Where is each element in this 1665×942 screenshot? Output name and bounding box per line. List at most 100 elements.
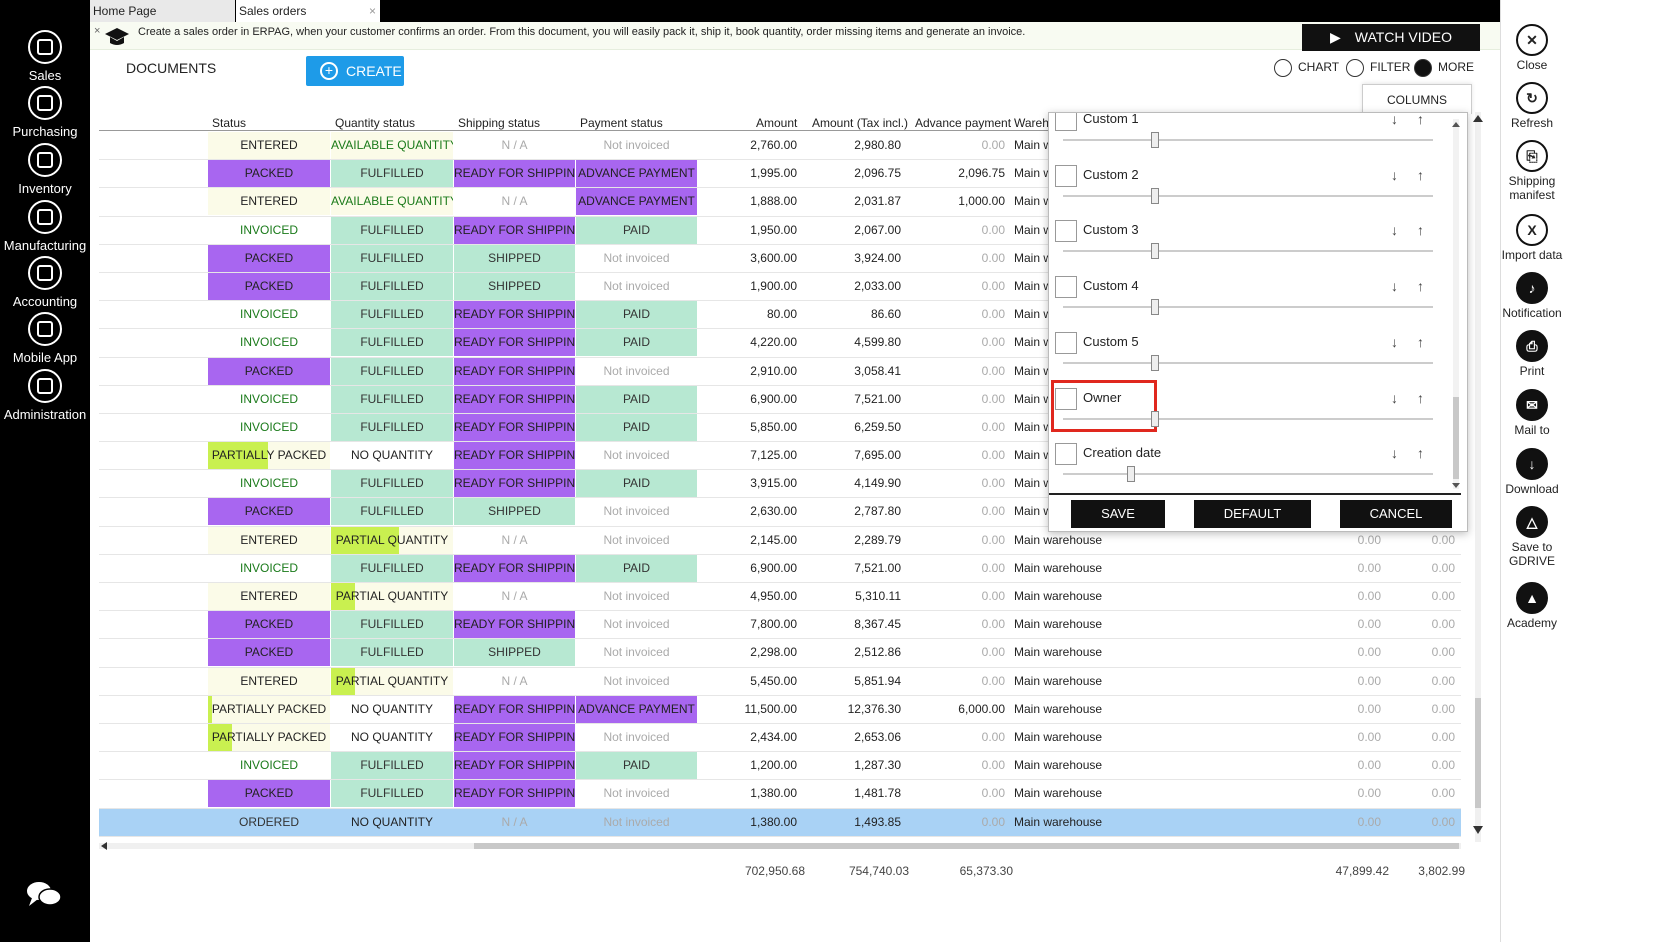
column-checkbox[interactable]: [1055, 113, 1077, 131]
table-row[interactable]: PARTIALLY PACKED NO QUANTITY READY FOR SHI…: [99, 695, 1461, 724]
table-row[interactable]: ENTERED PARTIAL QUANTITY N / A Not invoiced…: [99, 667, 1461, 696]
column-option-custom-5[interactable]: Custom 5 ↓ ↑: [1055, 330, 1445, 386]
chat-icon[interactable]: [26, 880, 62, 908]
move-up-icon[interactable]: ↑: [1417, 334, 1424, 350]
table-row[interactable]: INVOICED FULFILLED READY FOR SHIPPING PAID 6…: [99, 554, 1461, 583]
columns-tab[interactable]: COLUMNS: [1362, 84, 1472, 114]
header-amount[interactable]: Amount: [756, 116, 797, 130]
status-cell: INVOICED: [208, 329, 330, 357]
toolbar-refresh[interactable]: ↻ Refresh: [1501, 82, 1563, 130]
nav-item-sales[interactable]: Sales: [0, 30, 90, 83]
column-option-custom-3[interactable]: Custom 3 ↓ ↑: [1055, 218, 1445, 274]
toolbar-shipping-manifest[interactable]: ⎘ Shipping manifest: [1501, 140, 1563, 202]
nav-item-inventory[interactable]: Inventory: [0, 143, 90, 196]
table-row[interactable]: PACKED FULFILLED SHIPPED Not invoiced 2,298.…: [99, 639, 1461, 668]
column-option-custom-1[interactable]: Custom 1 ↓ ↑: [1055, 113, 1445, 163]
width-slider-thumb[interactable]: [1151, 354, 1159, 371]
toolbar-academy[interactable]: ▲ Academy: [1501, 582, 1563, 630]
move-down-icon[interactable]: ↓: [1391, 445, 1398, 461]
toolbar-close[interactable]: ✕ Close: [1501, 24, 1563, 72]
width-slider-thumb[interactable]: [1151, 299, 1159, 316]
status-cell: ENTERED: [208, 526, 330, 554]
tab-sales-orders[interactable]: Sales orders ×: [236, 0, 380, 22]
move-down-icon[interactable]: ↓: [1391, 167, 1398, 183]
column-checkbox[interactable]: [1055, 331, 1077, 354]
vertical-scrollbar[interactable]: [1472, 112, 1484, 842]
column-checkbox[interactable]: [1055, 220, 1077, 243]
move-up-icon[interactable]: ↑: [1417, 390, 1424, 406]
table-row[interactable]: PACKED FULFILLED READY FOR SHIPPING Not inv…: [99, 611, 1461, 640]
filter-button[interactable]: FILTER: [1346, 59, 1410, 77]
move-up-icon[interactable]: ↑: [1417, 167, 1424, 183]
nav-item-manufacturing[interactable]: Manufacturing: [0, 200, 90, 253]
width-slider-track[interactable]: [1063, 473, 1433, 476]
nav-item-purchasing[interactable]: Purchasing: [0, 86, 90, 139]
header-amount-tax[interactable]: Amount (Tax incl.): [812, 116, 908, 130]
header-advance-payment[interactable]: Advance payment: [915, 116, 1011, 130]
move-up-icon[interactable]: ↑: [1417, 445, 1424, 461]
table-row[interactable]: ENTERED PARTIAL QUANTITY N / A Not invoiced…: [99, 583, 1461, 612]
move-up-icon[interactable]: ↑: [1417, 278, 1424, 294]
horizontal-scrollbar[interactable]: [99, 840, 1461, 852]
amount-cell: 2,145.00: [750, 532, 797, 547]
move-up-icon[interactable]: ↑: [1417, 113, 1424, 127]
save-button[interactable]: SAVE: [1071, 500, 1165, 528]
shipping-status-cell: SHIPPED: [454, 498, 575, 526]
width-slider-thumb[interactable]: [1151, 410, 1159, 427]
extra-col1-cell: 0.00: [1357, 701, 1381, 716]
more-button[interactable]: MORE: [1414, 59, 1474, 77]
width-slider-track[interactable]: [1063, 417, 1433, 420]
watch-video-button[interactable]: ▶ WATCH VIDEO: [1302, 24, 1480, 51]
default-button[interactable]: DEFAULT: [1194, 500, 1311, 528]
table-row[interactable]: INVOICED FULFILLED READY FOR SHIPPING PAID 1…: [99, 752, 1461, 781]
table-row[interactable]: ORDERED NO QUANTITY N / A Not invoiced 1,380…: [99, 808, 1461, 837]
move-down-icon[interactable]: ↓: [1391, 278, 1398, 294]
header-quantity-status[interactable]: Quantity status: [335, 116, 415, 130]
toolbar-mail-to[interactable]: ✉ Mail to: [1501, 389, 1563, 437]
toolbar-print[interactable]: ⎙ Print: [1501, 330, 1563, 378]
width-slider-track[interactable]: [1063, 361, 1433, 364]
column-checkbox[interactable]: [1055, 387, 1077, 410]
close-banner-icon[interactable]: ×: [94, 25, 100, 37]
width-slider-track[interactable]: [1063, 194, 1433, 197]
cancel-button[interactable]: CANCEL: [1340, 500, 1452, 528]
column-checkbox[interactable]: [1055, 443, 1077, 466]
column-checkbox[interactable]: [1055, 164, 1077, 187]
nav-item-mobile-app[interactable]: Mobile App: [0, 312, 90, 365]
tab-home-page[interactable]: Home Page: [90, 0, 235, 22]
toolbar-notification[interactable]: ♪ Notification: [1501, 272, 1563, 320]
move-down-icon[interactable]: ↓: [1391, 222, 1398, 238]
header-payment-status[interactable]: Payment status: [580, 116, 663, 130]
column-option-custom-4[interactable]: Custom 4 ↓ ↑: [1055, 274, 1445, 330]
table-row[interactable]: PACKED FULFILLED READY FOR SHIPPING Not inv…: [99, 780, 1461, 809]
column-option-custom-2[interactable]: Custom 2 ↓ ↑: [1055, 163, 1445, 219]
chart-button[interactable]: CHART: [1274, 59, 1339, 77]
column-checkbox[interactable]: [1055, 276, 1077, 299]
width-slider-track[interactable]: [1063, 306, 1433, 309]
move-up-icon[interactable]: ↑: [1417, 222, 1424, 238]
header-status[interactable]: Status: [212, 116, 246, 130]
columns-scrollbar[interactable]: [1449, 113, 1463, 495]
width-slider-thumb[interactable]: [1127, 466, 1135, 483]
column-option-creation-date[interactable]: Creation date ↓ ↑: [1055, 441, 1445, 493]
move-down-icon[interactable]: ↓: [1391, 113, 1398, 127]
toolbar-save-to-gdrive[interactable]: △ Save to GDRIVE: [1501, 506, 1563, 568]
toolbar-import-data[interactable]: X Import data: [1501, 214, 1563, 262]
width-slider-thumb[interactable]: [1151, 132, 1159, 148]
header-shipping-status[interactable]: Shipping status: [458, 116, 540, 130]
width-slider-track[interactable]: [1063, 139, 1433, 141]
create-button[interactable]: + CREATE: [306, 56, 404, 86]
move-down-icon[interactable]: ↓: [1391, 390, 1398, 406]
width-slider-thumb[interactable]: [1151, 187, 1159, 204]
move-down-icon[interactable]: ↓: [1391, 334, 1398, 350]
amount-cell: 3,600.00: [750, 250, 797, 265]
table-row[interactable]: PARTIALLY PACKED NO QUANTITY READY FOR SHI…: [99, 723, 1461, 753]
toolbar-download[interactable]: ↓ Download: [1501, 448, 1563, 496]
nav-item-accounting[interactable]: Accounting: [0, 256, 90, 309]
width-slider-thumb[interactable]: [1151, 243, 1159, 260]
tab-close-icon[interactable]: ×: [369, 0, 376, 22]
width-slider-track[interactable]: [1063, 250, 1433, 253]
purchasing-icon: [28, 86, 62, 120]
nav-item-administration[interactable]: Administration: [0, 369, 90, 422]
column-option-owner[interactable]: Owner ↓ ↑: [1051, 379, 1445, 442]
